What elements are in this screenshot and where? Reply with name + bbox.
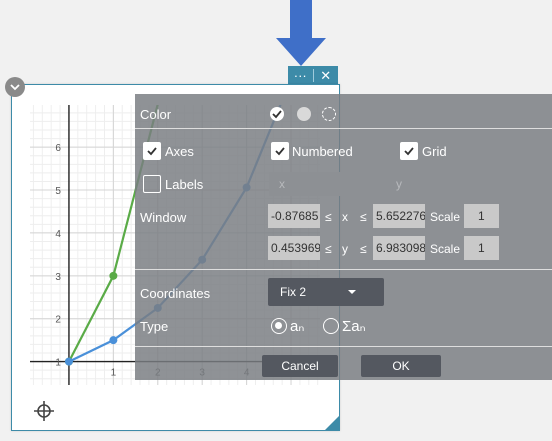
y-label-input[interactable]: y — [386, 172, 499, 196]
numbered-checkbox[interactable] — [271, 142, 289, 160]
divider — [135, 269, 552, 270]
y-tick-label: 1 — [55, 358, 61, 369]
grid-label: Grid — [422, 144, 447, 159]
ok-button[interactable]: OK — [361, 355, 441, 377]
caret-down-icon — [348, 290, 356, 294]
x-min-input[interactable]: -0.87685 — [268, 204, 320, 228]
labels-checkbox[interactable] — [143, 175, 161, 193]
close-button[interactable]: ✕ — [314, 66, 339, 85]
color-option-gray[interactable] — [297, 107, 311, 121]
x-max-input[interactable]: 5.652276 — [373, 204, 425, 228]
coordinates-label: Coordinates — [140, 286, 211, 301]
x-label-input[interactable]: x — [269, 172, 381, 196]
grid-checkbox[interactable] — [400, 142, 418, 160]
y-max-input[interactable]: 6.983098 — [373, 236, 425, 260]
labels-label: Labels — [165, 177, 204, 192]
axes-checkbox[interactable] — [143, 142, 161, 160]
scale-label: Scale — [430, 210, 461, 224]
coordinates-value: Fix 2 — [280, 285, 307, 299]
y-variable: y — [342, 242, 348, 256]
color-label: Color — [140, 107, 172, 122]
check-icon — [272, 110, 282, 119]
divider — [135, 346, 552, 347]
series-point — [109, 271, 118, 280]
graph-settings-panel: Color Axes Numbered Grid Labels x y Wind… — [135, 94, 552, 380]
type-sum-radio[interactable] — [323, 318, 339, 334]
type-label: Type — [140, 319, 169, 334]
type-sum-label: Σaₙ — [342, 318, 366, 335]
le-symbol: ≤ — [360, 242, 367, 256]
axes-label: Axes — [165, 144, 194, 159]
more-options-button[interactable]: ··· — [288, 66, 313, 85]
y-min-input[interactable]: 0.453969 — [268, 236, 320, 260]
cancel-button[interactable]: Cancel — [262, 355, 338, 377]
graph-toolbar: ··· ✕ — [288, 66, 338, 85]
color-option-none[interactable] — [322, 107, 336, 121]
check-icon — [147, 147, 157, 156]
y-tick-label: 5 — [55, 186, 61, 197]
background-edge — [0, 230, 9, 260]
le-symbol: ≤ — [360, 210, 367, 224]
y-tick-label: 4 — [55, 229, 61, 240]
numbered-label: Numbered — [292, 144, 353, 159]
scale-label: Scale — [430, 242, 461, 256]
y-tick-label: 2 — [55, 315, 61, 326]
down-arrow-indicator — [276, 0, 326, 66]
check-icon — [404, 147, 414, 156]
type-an-radio[interactable] — [271, 318, 287, 334]
divider — [135, 128, 552, 129]
type-an-label: aₙ — [290, 318, 305, 335]
window-label: Window — [140, 210, 187, 225]
x-tick-label: 1 — [111, 368, 117, 379]
crosshair-icon[interactable] — [34, 401, 54, 421]
coordinates-dropdown[interactable]: Fix 2 — [268, 278, 384, 306]
le-symbol: ≤ — [325, 242, 332, 256]
color-option-selected[interactable] — [270, 107, 284, 121]
x-variable: x — [342, 210, 348, 224]
check-icon — [275, 147, 285, 156]
y-tick-label: 3 — [55, 272, 61, 283]
collapse-check-icon[interactable] — [5, 77, 25, 97]
series-point — [64, 357, 73, 366]
resize-handle[interactable] — [325, 416, 339, 430]
y-tick-label: 6 — [55, 143, 61, 154]
y-scale-input[interactable]: 1 — [464, 236, 499, 260]
le-symbol: ≤ — [325, 210, 332, 224]
x-scale-input[interactable]: 1 — [464, 204, 499, 228]
series-point — [109, 336, 118, 345]
